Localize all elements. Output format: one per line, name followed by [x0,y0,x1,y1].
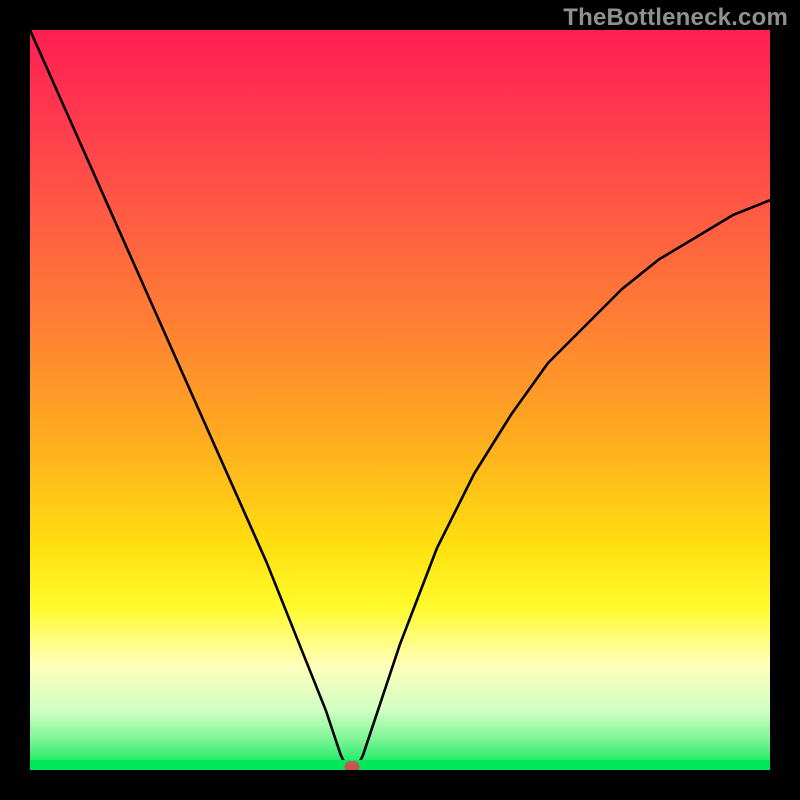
plot-area [30,30,770,770]
bottleneck-curve [30,30,770,770]
green-baseline-strip [30,760,770,770]
chart-frame: TheBottleneck.com [0,0,800,800]
curve-layer [30,30,770,770]
optimum-marker [344,761,359,770]
watermark-text: TheBottleneck.com [563,4,788,32]
